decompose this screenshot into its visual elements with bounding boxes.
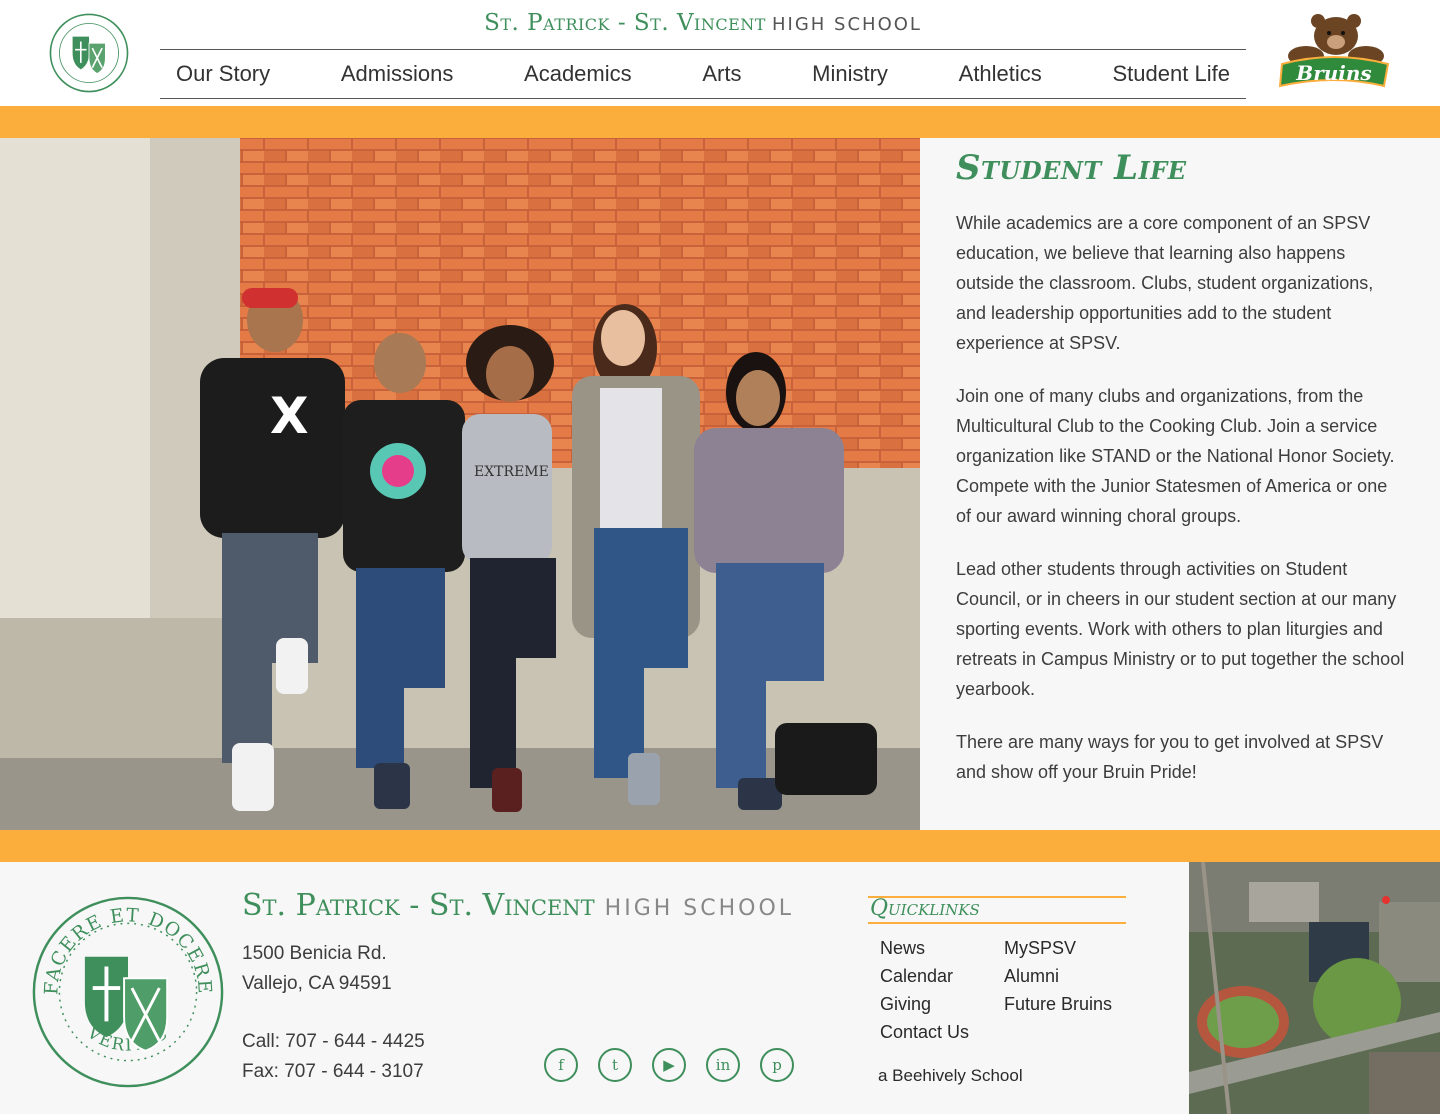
campus-satellite-map[interactable] (1189, 862, 1440, 1114)
school-name-sub: HIGH SCHOOL (771, 14, 922, 35)
footer-school-name: St. Patrick - St. Vincent HIGH SCHOOL (242, 888, 862, 923)
quicklink-news[interactable]: News (880, 934, 969, 962)
nav-item-athletics[interactable]: Athletics (959, 61, 1042, 87)
nav-item-our-story[interactable]: Our Story (176, 61, 270, 87)
fax-number: Fax: 707 - 644 - 3107 (242, 1061, 424, 1082)
quicklink-alumni[interactable]: Alumni (1004, 962, 1112, 990)
page-title: Student Life (956, 148, 1187, 188)
content-paragraph: While academics are a core component of … (956, 213, 1374, 353)
twitter-icon[interactable]: t (598, 1048, 632, 1082)
nav-item-academics[interactable]: Academics (524, 61, 632, 87)
quicklinks-column-1: News Calendar Giving Contact Us (880, 934, 969, 1046)
content-paragraph: There are many ways for you to get invol… (956, 732, 1384, 782)
beehively-link[interactable]: a Beehively School (878, 1066, 1023, 1086)
school-name-main: St. Patrick - St. Vincent (484, 10, 766, 36)
quicklink-future-bruins[interactable]: Future Bruins (1004, 990, 1112, 1018)
pinterest-icon[interactable]: p (760, 1048, 794, 1082)
shirt-text: EXTREME (474, 464, 549, 480)
linkedin-icon[interactable]: in (706, 1048, 740, 1082)
nav-item-arts[interactable]: Arts (702, 61, 741, 87)
main-nav: Our Story Admissions Academics Arts Mini… (160, 49, 1246, 99)
footer-school-name-main: St. Patrick - St. Vincent (242, 888, 595, 923)
mascot-wordmark: Bruins (1295, 61, 1371, 85)
site-footer: FACERE ET DOCERE VERITAS St. Patrick - S… (0, 862, 1440, 1114)
svg-text:X: X (270, 387, 309, 445)
students-photo: X EXTREME (0, 138, 920, 830)
footer-crest-logo: FACERE ET DOCERE VERITAS (32, 896, 224, 1088)
orange-band-top (0, 106, 1440, 138)
quicklink-contact-us[interactable]: Contact Us (880, 1018, 969, 1046)
quicklink-myspsv[interactable]: MySPSV (1004, 934, 1112, 962)
address-line-2: Vallejo, CA 94591 (242, 973, 392, 994)
quicklink-calendar[interactable]: Calendar (880, 962, 969, 990)
content-paragraph: Lead other students through activities o… (956, 559, 1405, 699)
orange-band-bottom (0, 830, 1440, 862)
phone-number[interactable]: Call: 707 - 644 - 4425 (242, 1031, 425, 1053)
bruins-mascot-logo[interactable]: Bruins (1276, 12, 1392, 92)
footer-school-name-sub: HIGH SCHOOL (604, 896, 795, 921)
nav-item-student-life[interactable]: Student Life (1113, 61, 1230, 87)
nav-item-admissions[interactable]: Admissions (341, 61, 453, 87)
nav-item-ministry[interactable]: Ministry (812, 61, 888, 87)
facebook-icon[interactable]: f (544, 1048, 578, 1082)
social-links: f t ▶ in p (544, 1048, 794, 1082)
header-school-name[interactable]: St. Patrick - St. Vincent HIGH SCHOOL (160, 10, 1246, 42)
quicklink-giving[interactable]: Giving (880, 990, 969, 1018)
main-section: X EXTREME Student Life While academics a… (0, 138, 1440, 830)
site-header: St. Patrick - St. Vincent HIGH SCHOOL Our… (0, 0, 1440, 106)
youtube-icon[interactable]: ▶ (652, 1048, 686, 1082)
address-line-1: 1500 Benicia Rd. (242, 943, 387, 964)
main-content: Student Life While academics are a core … (956, 148, 1406, 810)
quicklinks-title: Quicklinks (868, 896, 1126, 924)
content-paragraph: Join one of many clubs and organizations… (956, 386, 1395, 526)
school-crest-logo[interactable] (48, 12, 130, 94)
quicklinks-column-2: MySPSV Alumni Future Bruins (1004, 934, 1112, 1018)
